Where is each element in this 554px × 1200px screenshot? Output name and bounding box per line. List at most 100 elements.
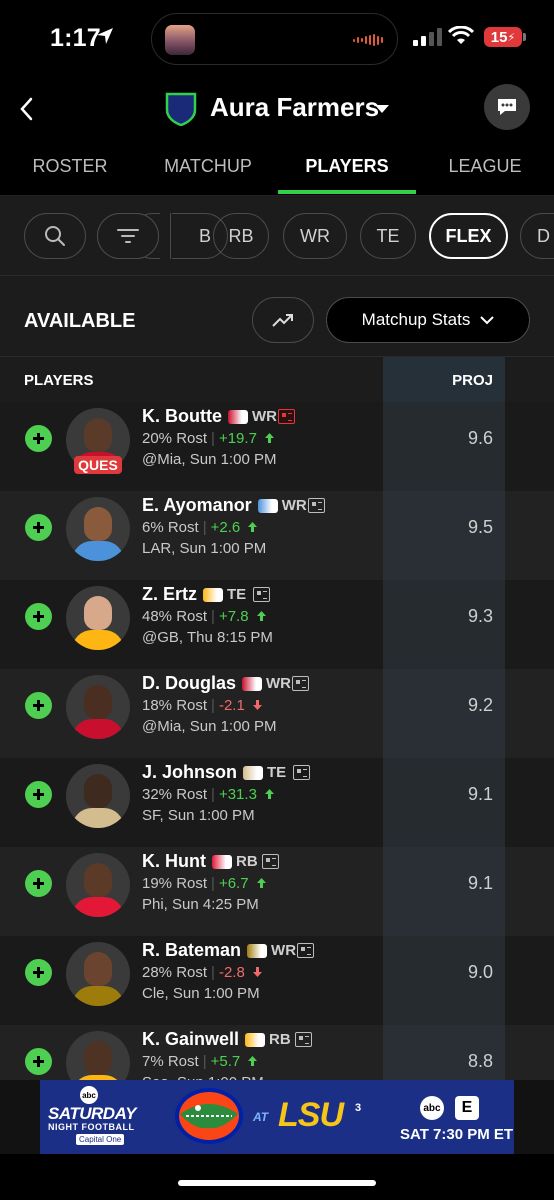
roster-percent: 6% Rost | +2.6 (142, 519, 258, 536)
arrow-up-icon (248, 522, 258, 532)
head (84, 952, 112, 986)
news-icon[interactable] (307, 498, 325, 513)
team-logo-icon (247, 944, 268, 958)
add-player-button[interactable] (25, 692, 52, 719)
ad-show-title: SATURDAY (48, 1104, 136, 1123)
player-row[interactable]: Z. Ertz TE 48% Rost | +7.8 @GB, Thu 8:15 P… (0, 580, 554, 669)
add-player-button[interactable] (25, 603, 52, 630)
player-name[interactable]: K. Boutte (142, 406, 222, 427)
team-shield-icon (165, 92, 197, 126)
player-headshot[interactable] (66, 853, 130, 917)
news-icon[interactable] (292, 676, 310, 691)
player-row[interactable]: J. Johnson TE 32% Rost | +31.3 SF, Sun 1:0… (0, 758, 554, 847)
rost-change: -2.8 (218, 964, 245, 981)
add-player-button[interactable] (25, 959, 52, 986)
chip-te[interactable]: TE (360, 213, 416, 259)
back-arrow-icon[interactable] (16, 94, 38, 124)
news-icon[interactable] (293, 765, 311, 780)
chip-dst[interactable]: D (520, 213, 554, 259)
filter-button-overlay[interactable] (97, 213, 159, 259)
player-row[interactable]: E. Ayomanor WR 6% Rost | +2.6 LAR, Sun 1:0… (0, 491, 554, 580)
player-row[interactable]: D. Douglas WR 18% Rost | -2.1 @Mia, Sun 1:… (0, 669, 554, 758)
chip-rb[interactable]: RB (213, 213, 269, 259)
rost-change: +6.7 (218, 875, 249, 892)
player-name[interactable]: R. Bateman (142, 940, 241, 961)
proj-column-header[interactable]: PROJ (383, 372, 493, 389)
player-headshot[interactable] (66, 675, 130, 739)
rost-change: +19.7 (218, 430, 257, 447)
news-icon[interactable] (253, 587, 271, 602)
separator: | (202, 519, 207, 536)
add-player-button[interactable] (25, 1048, 52, 1075)
available-bar: AVAILABLE Matchup Stats (0, 276, 554, 356)
chat-button[interactable] (484, 84, 530, 130)
tab-league[interactable]: LEAGUE (415, 156, 554, 177)
plus-icon (33, 878, 44, 889)
player-headshot[interactable] (66, 497, 130, 561)
matchup-stats-dropdown[interactable]: Matchup Stats (326, 297, 530, 343)
add-player-button[interactable] (25, 514, 52, 541)
player-name[interactable]: J. Johnson (142, 762, 237, 783)
chip-wr[interactable]: WR (283, 213, 347, 259)
player-name[interactable]: Z. Ertz (142, 584, 197, 605)
team-name[interactable]: Aura Farmers (210, 92, 379, 123)
player-row[interactable]: K. Hunt RB 19% Rost | +6.7 Phi, Sun 4:25 P… (0, 847, 554, 936)
tab-roster[interactable]: ROSTER (0, 156, 140, 177)
chip-label: WR (300, 225, 330, 246)
dynamic-island[interactable] (151, 13, 398, 65)
team-logo-icon (243, 766, 264, 780)
player-position: RB (269, 1031, 291, 1048)
chip-label: D (537, 225, 550, 246)
player-headshot[interactable] (66, 942, 130, 1006)
location-arrow-icon (97, 28, 113, 44)
head (84, 863, 112, 897)
player-position: WR (252, 408, 277, 425)
projection-value: 9.2 (467, 695, 493, 715)
now-playing-artwork (165, 25, 195, 55)
home-indicator[interactable] (178, 1180, 376, 1186)
rost-value: 48% Rost (142, 608, 208, 625)
add-player-button[interactable] (25, 781, 52, 808)
search-button[interactable] (24, 213, 86, 259)
rost-change: +31.3 (218, 786, 257, 803)
tab-matchup[interactable]: MATCHUP (138, 156, 278, 177)
player-headshot[interactable] (66, 586, 130, 650)
jersey (72, 719, 124, 739)
injury-status-badge: QUES (74, 456, 122, 474)
player-row[interactable]: R. Bateman WR 28% Rost | -2.8 Cle, Sun 1:0… (0, 936, 554, 1025)
news-icon[interactable] (297, 943, 315, 958)
ad-banner[interactable]: abc SATURDAY NIGHT FOOTBALL Capital One … (40, 1080, 514, 1154)
projection-value: 9.5 (467, 517, 493, 537)
player-name[interactable]: K. Gainwell (142, 1029, 239, 1050)
news-icon[interactable] (261, 854, 279, 869)
ad-sponsor: Capital One (76, 1134, 125, 1145)
chip-label: FLEX (445, 225, 492, 246)
chevron-down-icon[interactable] (374, 104, 390, 114)
arrow-up-icon (256, 878, 266, 888)
roster-percent: 20% Rost | +19.7 (142, 430, 275, 447)
game-info: SF, Sun 1:00 PM (142, 807, 255, 824)
player-row[interactable]: QUES K. Boutte WR 20% Rost | +19.7 @Mia, S… (0, 402, 554, 491)
florida-gator-logo-icon (175, 1088, 243, 1144)
add-player-button[interactable] (25, 870, 52, 897)
position-filter-bar: B RB WR TE FLEX D (0, 196, 554, 276)
add-player-button[interactable] (25, 425, 52, 452)
tab-players[interactable]: PLAYERS (277, 156, 417, 177)
projection-value: 9.3 (467, 606, 493, 626)
arrow-up-icon (248, 1056, 258, 1066)
player-headshot[interactable] (66, 764, 130, 828)
player-name[interactable]: K. Hunt (142, 851, 206, 872)
chip-flex[interactable]: FLEX (429, 213, 508, 259)
player-name[interactable]: D. Douglas (142, 673, 236, 694)
stat-cell (505, 669, 554, 758)
head (84, 418, 112, 452)
news-icon[interactable] (295, 1032, 313, 1047)
jersey (72, 897, 124, 917)
news-icon[interactable] (278, 409, 295, 424)
ad-airtime: SAT 7:30 PM ET (400, 1126, 514, 1143)
player-row[interactable]: K. Gainwell RB 7% Rost|+5.7 Sea, Sun 1:0… (0, 1025, 554, 1080)
trending-button[interactable] (252, 297, 314, 343)
players-column-header[interactable]: PLAYERS (24, 372, 93, 389)
projection-value: 8.8 (467, 1051, 493, 1071)
player-name[interactable]: E. Ayomanor (142, 495, 252, 516)
